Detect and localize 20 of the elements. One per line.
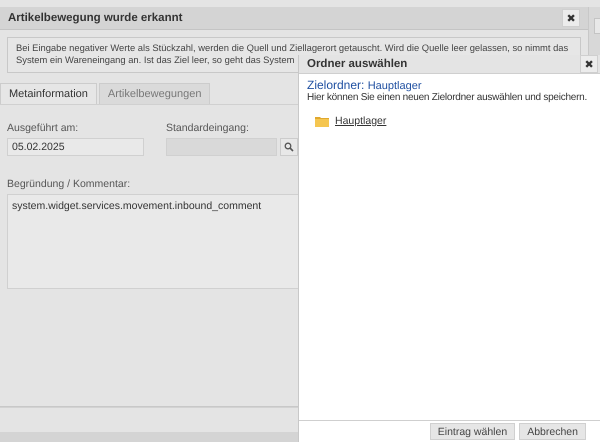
dialog-button[interactable]: Abbrechen [519, 423, 586, 440]
target-label: Zielordner: [307, 78, 364, 92]
dialog-title: Artikelbewegung wurde erkannt [8, 12, 182, 24]
close-button[interactable]: ✖ [562, 9, 580, 27]
target-value: Hauptlager [368, 80, 422, 92]
search-icon [284, 142, 294, 152]
hint-text: Hier können Sie einen neuen Zielordner auswählen und speichern. [307, 92, 588, 103]
close-button[interactable]: ✖ [580, 55, 598, 73]
dialog-title: Ordner auswählen [307, 58, 408, 70]
search-button[interactable] [280, 138, 298, 156]
date-field[interactable]: 05.02.2025 [7, 138, 144, 156]
field-label: Begründung / Kommentar: [7, 178, 132, 190]
dialog-button[interactable]: Eintrag wählen [430, 423, 516, 440]
field-label: Ausgeführt am: [7, 122, 80, 134]
folder-icon [315, 116, 329, 126]
info-text: Bei Eingabe negativer Werte als Stückzahl, werden die Quell und Ziellagerort getauscht. Wird die Quelle leer gelassen, so nimmt das [16, 42, 568, 54]
info-text: System ein Wareneingang an. Ist das Ziel leer, so geht das System [16, 54, 294, 66]
folder-item[interactable]: Hauptlager [335, 115, 386, 127]
field-label: Standardeingang: [166, 122, 250, 134]
tab[interactable]: Metainformation [0, 83, 97, 104]
